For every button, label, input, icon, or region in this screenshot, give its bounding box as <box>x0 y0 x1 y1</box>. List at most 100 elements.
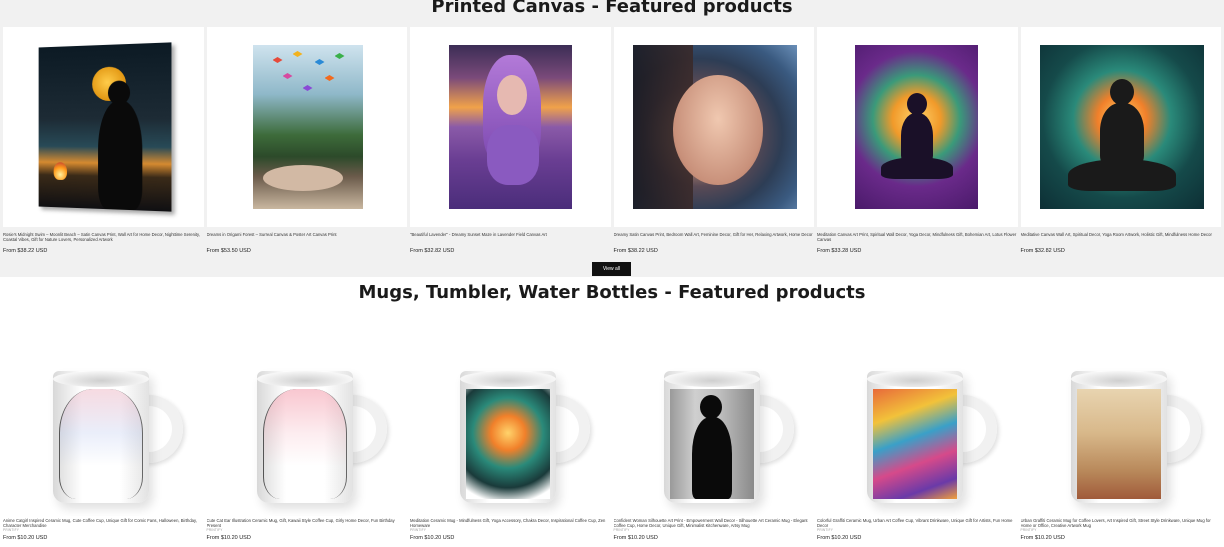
product-price: From $10.20 USD <box>3 535 204 541</box>
mug-rim <box>53 371 149 387</box>
canvas-product-grid: Rosie's Midnight Swim – Moonlit Beach – … <box>3 27 1221 254</box>
mug-handle <box>143 395 183 463</box>
graffiti-mug-art <box>873 389 957 499</box>
mug-shape <box>664 371 760 503</box>
meditation-mug-art <box>466 389 550 499</box>
product-vendor: PRINTIFY <box>1021 528 1222 533</box>
product-image[interactable] <box>614 313 815 516</box>
cat-ear-line-art <box>263 389 347 499</box>
product-price: From $10.20 USD <box>1021 535 1222 541</box>
mug-shape <box>257 371 353 503</box>
crane-shape <box>293 51 303 57</box>
product-image[interactable] <box>817 313 1018 516</box>
product-vendor: PRINTIFY <box>410 528 611 533</box>
product-title[interactable]: Meditative Canvas Wall Art, Spiritual De… <box>1021 232 1222 247</box>
product-title[interactable]: Meditation Ceramic Mug - Mindfulness Gif… <box>410 518 611 528</box>
face-shape <box>497 75 527 115</box>
product-image[interactable] <box>614 27 815 227</box>
mug-shape <box>867 371 963 503</box>
product-image[interactable] <box>207 313 408 516</box>
meditator-head <box>907 93 927 115</box>
meditator-legs <box>881 157 953 179</box>
mug-rim <box>1071 371 1167 387</box>
face-shape <box>673 75 763 185</box>
lavender-field-artwork <box>449 45 572 209</box>
product-image[interactable] <box>1021 313 1222 516</box>
product-title[interactable]: Colorful Graffiti Ceramic Mug, Urban Art… <box>817 518 1018 528</box>
product-image[interactable] <box>410 27 611 227</box>
crane-shape <box>273 57 283 63</box>
product-image[interactable] <box>1021 27 1222 227</box>
product-card[interactable]: Dreams in Origami Forest – Surreal Canva… <box>207 27 408 254</box>
product-title[interactable]: Anime Catgirl Inspired Ceramic Mug, Cute… <box>3 518 204 528</box>
mug-handle <box>1161 395 1201 463</box>
product-vendor: PRINTIFY <box>614 528 815 533</box>
dreamy-portrait-artwork <box>633 45 797 209</box>
product-image[interactable] <box>817 27 1018 227</box>
product-image[interactable] <box>207 27 408 227</box>
silhouette-mug-art <box>670 389 754 499</box>
product-price: From $10.20 USD <box>207 535 408 541</box>
product-title[interactable]: "Beautiful Lavender" - Dreamy Sunset Maz… <box>410 232 611 247</box>
product-vendor: PRINTIFY <box>817 528 1018 533</box>
product-card[interactable]: Confident Woman Silhouette Art Print - E… <box>614 305 815 541</box>
product-title[interactable]: Dreams in Origami Forest – Surreal Canva… <box>207 232 408 247</box>
moonlit-beach-artwork <box>39 42 172 211</box>
mug-shape <box>1071 371 1167 503</box>
product-card[interactable]: "Beautiful Lavender" - Dreamy Sunset Maz… <box>410 27 611 254</box>
product-card[interactable]: Meditative Canvas Wall Art, Spiritual De… <box>1021 27 1222 254</box>
product-card[interactable]: Cute Cat Ear Illustration Ceramic Mug, G… <box>207 305 408 541</box>
dress-shape <box>487 125 539 185</box>
mug-shape <box>460 371 556 503</box>
crane-shape <box>315 59 325 65</box>
product-card[interactable]: Urban Graffiti Ceramic Mug for Coffee Lo… <box>1021 305 1222 541</box>
product-price: From $32.82 USD <box>1021 248 1222 254</box>
product-title[interactable]: Urban Graffiti Ceramic Mug for Coffee Lo… <box>1021 518 1222 528</box>
product-image[interactable] <box>410 313 611 516</box>
product-card[interactable]: Meditation Ceramic Mug - Mindfulness Gif… <box>410 305 611 541</box>
section-title-canvas: Printed Canvas - Featured products <box>0 0 1224 17</box>
mug-rim <box>460 371 556 387</box>
product-image[interactable] <box>3 27 204 227</box>
product-title[interactable]: Dreamy Satin Canvas Print, Bedroom Wall … <box>614 232 815 247</box>
product-vendor: PRINTIFY <box>207 528 408 533</box>
product-price: From $10.20 USD <box>614 535 815 541</box>
product-price: From $33.28 USD <box>817 248 1018 254</box>
product-vendor: PRINTIFY <box>3 528 204 533</box>
product-price: From $38.22 USD <box>614 248 815 254</box>
silhouette-body <box>692 417 732 499</box>
view-all-button[interactable]: View all <box>592 262 631 276</box>
crane-shape <box>283 73 293 79</box>
product-title[interactable]: Meditation Canvas Art Print, Spiritual W… <box>817 232 1018 247</box>
meditator-legs <box>1068 159 1176 191</box>
product-card[interactable]: Dreamy Satin Canvas Print, Bedroom Wall … <box>614 27 815 254</box>
meditator-body <box>901 113 933 163</box>
mug-handle <box>754 395 794 463</box>
product-image[interactable] <box>3 313 204 516</box>
origami-forest-artwork <box>253 45 363 209</box>
meditative-artwork <box>1040 45 1204 209</box>
product-title[interactable]: Cute Cat Ear Illustration Ceramic Mug, G… <box>207 518 408 528</box>
mug-handle <box>957 395 997 463</box>
product-price: From $10.20 USD <box>817 535 1018 541</box>
section-title-mugs: Mugs, Tumbler, Water Bottles - Featured … <box>0 282 1224 303</box>
product-card[interactable]: Colorful Graffiti Ceramic Mug, Urban Art… <box>817 305 1018 541</box>
mug-rim <box>257 371 353 387</box>
product-card[interactable]: Anime Catgirl Inspired Ceramic Mug, Cute… <box>3 305 204 541</box>
meditator-body <box>1100 103 1144 165</box>
meditation-lotus-artwork <box>855 45 978 209</box>
product-title[interactable]: Confident Woman Silhouette Art Print - E… <box>614 518 815 528</box>
product-price: From $32.82 USD <box>410 248 611 254</box>
meditator-head <box>1110 79 1134 105</box>
mug-handle <box>550 395 590 463</box>
mugs-section: Mugs, Tumbler, Water Bottles - Featured … <box>0 277 1224 547</box>
product-title[interactable]: Rosie's Midnight Swim – Moonlit Beach – … <box>3 232 204 247</box>
crane-shape <box>325 75 335 81</box>
silhouette-head <box>700 395 722 419</box>
product-price: From $38.22 USD <box>3 248 204 254</box>
product-card[interactable]: Meditation Canvas Art Print, Spiritual W… <box>817 27 1018 254</box>
mug-shape <box>53 371 149 503</box>
crane-shape <box>303 85 313 91</box>
mugs-product-grid: Anime Catgirl Inspired Ceramic Mug, Cute… <box>3 305 1221 541</box>
product-card[interactable]: Rosie's Midnight Swim – Moonlit Beach – … <box>3 27 204 254</box>
